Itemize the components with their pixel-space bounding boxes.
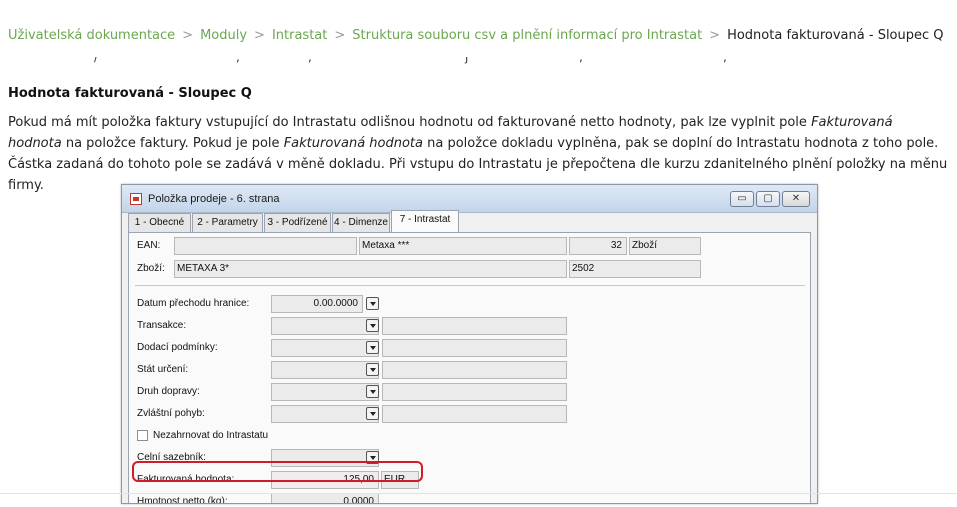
tab-intrastat[interactable]: 7 - Intrastat bbox=[391, 210, 459, 233]
dialog-screenshot: Položka prodeje - 6. strana ▭ ▢ ✕ 1 - Ob… bbox=[121, 184, 818, 504]
item-name-field: Metaxa *** bbox=[359, 237, 567, 255]
exclude-intrastat-label: Nezahrnovat do Intrastatu bbox=[153, 430, 269, 441]
transport-type-desc-field bbox=[382, 383, 567, 401]
highlight-annotation bbox=[132, 461, 423, 482]
transaction-desc-field bbox=[382, 317, 567, 335]
item-label: Zboží: bbox=[137, 263, 165, 274]
chevron-down-icon[interactable] bbox=[366, 319, 379, 332]
tab-podrizene[interactable]: 3 - Podřízené bbox=[264, 213, 331, 232]
clipped-glyph: , bbox=[723, 57, 727, 64]
destination-state-desc-field bbox=[382, 361, 567, 379]
transport-type-select[interactable] bbox=[271, 383, 379, 401]
breadcrumb-current: Hodnota fakturovaná - Sloupec Q bbox=[727, 28, 944, 43]
transaction-label: Transakce: bbox=[137, 320, 187, 331]
breadcrumb: Uživatelská dokumentace > Moduly > Intrastat… bbox=[8, 28, 944, 43]
destination-state-label: Stát určení: bbox=[137, 364, 189, 375]
section-divider bbox=[135, 285, 805, 286]
close-icon[interactable]: ✕ bbox=[782, 191, 810, 207]
minimize-icon[interactable]: ▭ bbox=[730, 191, 754, 207]
item-field: METAXA 3* bbox=[174, 260, 567, 278]
chevron-down-icon[interactable] bbox=[366, 341, 379, 354]
tab-dimenze[interactable]: 4 - Dimenze bbox=[332, 213, 390, 232]
clipped-glyph: , bbox=[236, 57, 240, 64]
dialog-title: Položka prodeje - 6. strana bbox=[148, 193, 280, 205]
item-type-field: Zboží bbox=[629, 237, 701, 255]
tab-parametry[interactable]: 2 - Parametry bbox=[192, 213, 263, 232]
transport-type-label: Druh dopravy: bbox=[137, 386, 200, 397]
para-text: Pokud má mít položka faktury vstupující … bbox=[8, 115, 812, 130]
breadcrumb-separator: > bbox=[182, 28, 194, 43]
ean-field bbox=[174, 237, 357, 255]
breadcrumb-separator: > bbox=[334, 28, 346, 43]
breadcrumb-link-intrastat[interactable]: Intrastat bbox=[272, 28, 327, 43]
chevron-down-icon[interactable] bbox=[366, 363, 379, 376]
border-date-label: Datum přechodu hranice: bbox=[137, 298, 250, 309]
app-icon bbox=[130, 193, 142, 205]
para-text: na položce faktury. Pokud je pole bbox=[61, 136, 284, 151]
delivery-terms-desc-field bbox=[382, 339, 567, 357]
dialog-titlebar: Položka prodeje - 6. strana ▭ ▢ ✕ bbox=[122, 185, 817, 213]
transaction-select[interactable] bbox=[271, 317, 379, 335]
border-date-field[interactable]: 0.00.0000 bbox=[271, 295, 363, 313]
special-movement-select[interactable] bbox=[271, 405, 379, 423]
special-movement-label: Zvláštní pohyb: bbox=[137, 408, 205, 419]
clipped-glyph: , bbox=[579, 57, 583, 64]
clipped-text-row: / , , j , , bbox=[8, 57, 758, 64]
clipped-glyph: j bbox=[465, 57, 469, 64]
intrastat-tab-content: EAN: Metaxa *** 32 Zboží Zboží: METAXA 3… bbox=[128, 232, 811, 504]
chevron-down-icon[interactable] bbox=[366, 385, 379, 398]
quantity-field: 32 bbox=[569, 237, 627, 255]
page-title: Hodnota fakturovaná - Sloupec Q bbox=[8, 86, 252, 101]
breadcrumb-separator: > bbox=[709, 28, 721, 43]
breadcrumb-link-modules[interactable]: Moduly bbox=[200, 28, 247, 43]
ean-label: EAN: bbox=[137, 240, 161, 251]
exclude-intrastat-checkbox[interactable] bbox=[137, 430, 148, 441]
tab-obecne[interactable]: 1 - Obecné bbox=[128, 213, 191, 232]
net-weight-label: Hmotnost netto (kg): bbox=[137, 496, 228, 504]
breadcrumb-separator: > bbox=[254, 28, 265, 43]
breadcrumb-link-csv-structure[interactable]: Struktura souboru csv a plnění informací… bbox=[352, 28, 702, 43]
delivery-terms-select[interactable] bbox=[271, 339, 379, 357]
destination-state-select[interactable] bbox=[271, 361, 379, 379]
delivery-terms-label: Dodací podmínky: bbox=[137, 342, 218, 353]
item-code-field: 2502 bbox=[569, 260, 701, 278]
chevron-down-icon[interactable] bbox=[366, 297, 379, 310]
page-bottom-rule bbox=[0, 493, 957, 494]
chevron-down-icon[interactable] bbox=[366, 407, 379, 420]
special-movement-desc-field bbox=[382, 405, 567, 423]
net-weight-field[interactable]: 0,0000 bbox=[271, 493, 379, 503]
para-emphasis: Fakturovaná hodnota bbox=[283, 136, 423, 151]
breadcrumb-link-documentation[interactable]: Uživatelská dokumentace bbox=[8, 28, 175, 43]
clipped-glyph: / bbox=[94, 57, 99, 64]
clipped-glyph: , bbox=[308, 57, 312, 64]
maximize-icon[interactable]: ▢ bbox=[756, 191, 780, 207]
